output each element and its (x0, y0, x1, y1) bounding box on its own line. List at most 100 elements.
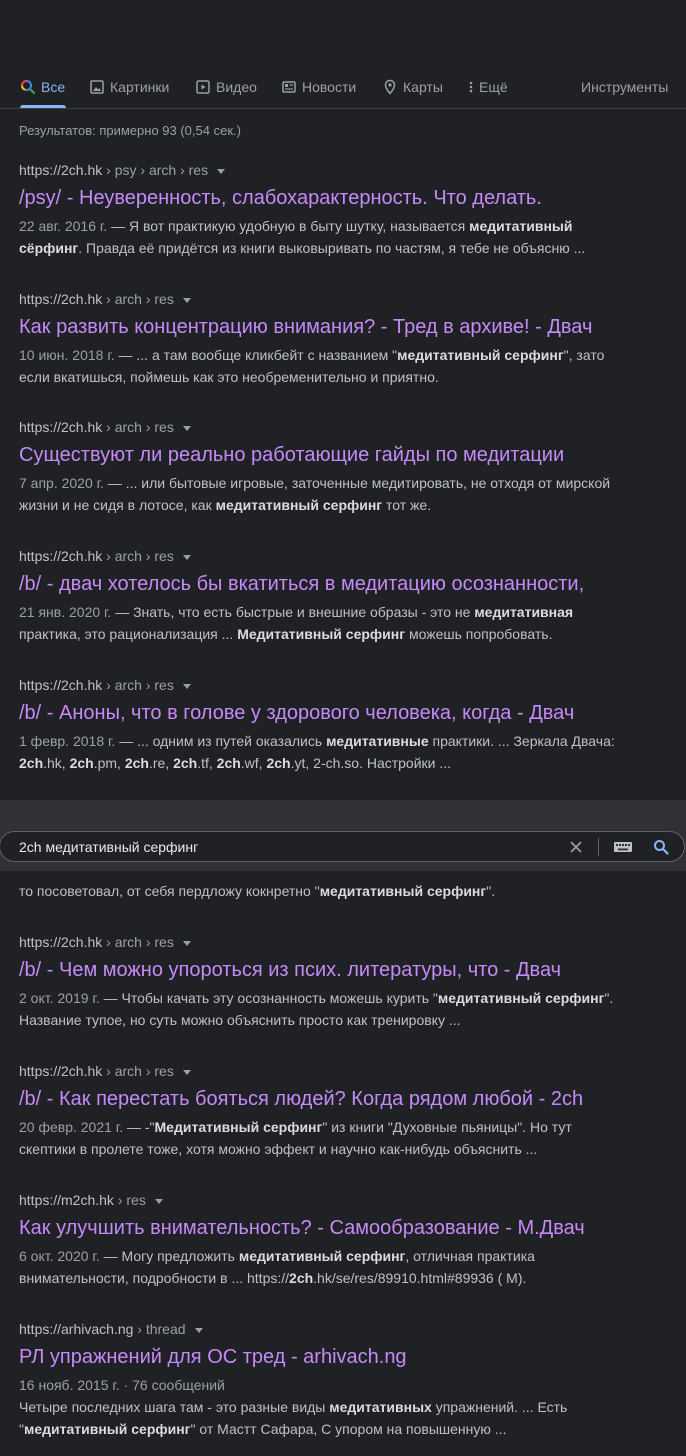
result-breadcrumbs: › res (113, 1192, 146, 1208)
snippet-highlight: Медитативный серфинг (237, 626, 406, 642)
tab-news[interactable]: Новости (281, 78, 356, 96)
result-date: 6 окт. 2020 г. (19, 1248, 100, 1264)
tab-images[interactable]: Картинки (89, 78, 169, 96)
snippet-text: Четыре последних шага там - это разные в… (19, 1399, 330, 1415)
result-url: https://2ch.hk › arch › res (19, 547, 659, 565)
search-input[interactable] (19, 836, 539, 858)
search-result: https://2ch.hk › psy › arch › res /psy/ … (19, 161, 659, 259)
result-date: 10 июн. 2018 г. (19, 347, 115, 363)
result-date: 21 янв. 2020 г. (19, 604, 112, 620)
result-menu-icon[interactable] (182, 1069, 191, 1075)
tab-label: Все (41, 79, 66, 95)
tab-more[interactable]: Ещё (468, 78, 508, 96)
result-menu-icon[interactable] (194, 1327, 203, 1333)
result-breadcrumbs: › psy › arch › res (102, 162, 209, 178)
result-menu-icon[interactable] (154, 1198, 163, 1204)
search-result: https://2ch.hk › arch › res /b/ - Аноны,… (19, 676, 659, 774)
result-site[interactable]: https://2ch.hk (19, 1063, 102, 1079)
result-title-link[interactable]: Как улучшить внимательность? - Самообраз… (19, 1215, 659, 1241)
result-title-link[interactable]: РЛ упражнений для ОС тред - arhivach.ng (19, 1344, 659, 1370)
result-menu-icon[interactable] (182, 297, 191, 303)
snippet-text: .tf, (197, 755, 217, 771)
tab-maps[interactable]: Карты (382, 78, 443, 96)
search-icon[interactable] (653, 839, 669, 855)
result-site[interactable]: https://2ch.hk (19, 419, 102, 435)
snippet-text: — Чтобы качать эту осознанность можешь к… (99, 990, 438, 1006)
result-title-link[interactable]: /b/ - Чем можно упороться из псих. литер… (19, 957, 659, 983)
result-url: https://2ch.hk › arch › res (19, 1062, 659, 1080)
result-title-link[interactable]: Существуют ли реально работающие гайды п… (19, 442, 659, 468)
result-breadcrumbs: › arch › res (102, 677, 174, 693)
result-site[interactable]: https://m2ch.hk (19, 1192, 114, 1208)
snippet-text: — Могу предложить (99, 1248, 239, 1264)
snippet-highlight: медитативный серфинг (319, 883, 487, 899)
result-site[interactable]: https://arhivach.ng (19, 1321, 133, 1337)
result-snippet: 21 янв. 2020 г. — Знать, что есть быстры… (19, 601, 629, 645)
result-snippet: 10 июн. 2018 г. — ... а там вообще кликб… (19, 344, 629, 388)
tools-label: Инструменты (581, 79, 669, 95)
tab-label: Ещё (479, 79, 508, 95)
result-site[interactable]: https://2ch.hk (19, 291, 102, 307)
tools-button[interactable]: Инструменты (581, 78, 668, 96)
result-menu-icon[interactable] (217, 168, 226, 174)
result-title-link[interactable]: /b/ - Аноны, что в голове у здорового че… (19, 700, 659, 726)
result-site[interactable]: https://2ch.hk (19, 934, 102, 950)
sticky-search-bar (0, 800, 686, 871)
result-meta: 16 нояб. 2015 г. · 76 сообщений (19, 1377, 225, 1393)
result-breadcrumbs: › arch › res (102, 934, 174, 950)
result-title-link[interactable]: /psy/ - Неуверенность, слабохарактерност… (19, 185, 659, 211)
result-title-link[interactable]: /b/ - двач хотелось бы вкатиться в медит… (19, 571, 659, 597)
snippet-text: — -" (123, 1119, 155, 1135)
result-snippet: 7 апр. 2020 г. — ... или бытовые игровые… (19, 472, 629, 516)
snippet-highlight: 2ch (216, 755, 241, 771)
result-snippet: 2 окт. 2019 г. — Чтобы качать эту осозна… (19, 987, 629, 1031)
search-result: https://m2ch.hk › res Как улучшить внима… (19, 1191, 659, 1289)
result-menu-icon[interactable] (182, 425, 191, 431)
search-divider (598, 838, 599, 856)
map-pin-icon (382, 79, 398, 95)
tab-label: Картинки (110, 79, 170, 95)
result-snippet: 20 февр. 2021 г. — -"Медитативный серфин… (19, 1116, 629, 1160)
tab-all[interactable]: Все (20, 78, 65, 96)
result-title-link[interactable]: /b/ - Как перестать бояться людей? Когда… (19, 1086, 659, 1112)
result-url: https://2ch.hk › arch › res (19, 290, 659, 308)
more-vert-icon (468, 79, 474, 95)
result-date: 7 апр. 2020 г. (19, 475, 104, 491)
snippet-highlight: 2ch (124, 755, 149, 771)
result-site[interactable]: https://2ch.hk (19, 548, 102, 564)
result-menu-icon[interactable] (182, 683, 191, 689)
search-result: https://2ch.hk › arch › res Существуют л… (19, 418, 659, 516)
keyboard-icon[interactable] (613, 839, 633, 855)
snippet-text: практика, это рационализация ... (19, 626, 238, 642)
image-icon (89, 79, 105, 95)
partial-snippet: то посоветовал, от себя пердложу кокнрет… (19, 882, 495, 900)
result-url: https://2ch.hk › psy › arch › res (19, 161, 659, 179)
tab-label: Видео (216, 79, 257, 95)
result-menu-icon[interactable] (182, 554, 191, 560)
result-url: https://2ch.hk › arch › res (19, 933, 659, 951)
result-stats: Результатов: примерно 93 (0,54 сек.) (19, 123, 241, 138)
snippet-text: .re, (148, 755, 174, 771)
search-box (0, 831, 685, 862)
search-tabs: Все Картинки Видео Новости Карты Ещё Инс… (0, 66, 686, 109)
tab-video[interactable]: Видео (195, 78, 257, 96)
result-breadcrumbs: › arch › res (102, 419, 174, 435)
search-result: https://2ch.hk › arch › res Как развить … (19, 290, 659, 388)
result-title-link[interactable]: Как развить концентрацию внимания? - Тре… (19, 314, 659, 340)
snippet-text: .pm, (93, 755, 125, 771)
result-date: 22 авг. 2016 г. (19, 218, 108, 234)
result-date: 2 окт. 2019 г. (19, 990, 100, 1006)
result-date: 1 февр. 2018 г. (19, 733, 116, 749)
tab-label: Новости (302, 79, 357, 95)
result-site[interactable]: https://2ch.hk (19, 162, 102, 178)
result-menu-icon[interactable] (182, 940, 191, 946)
search-result: https://2ch.hk › arch › res /b/ - двач х… (19, 547, 659, 645)
result-url: https://2ch.hk › arch › res (19, 676, 659, 694)
result-site[interactable]: https://2ch.hk (19, 677, 102, 693)
snippet-text: — Я вот практикую удобную в быту шутку, … (107, 218, 470, 234)
clear-icon[interactable] (568, 839, 584, 855)
result-snippet: 6 окт. 2020 г. — Могу предложить медитат… (19, 1245, 629, 1289)
result-breadcrumbs: › thread (133, 1321, 186, 1337)
result-snippet: 22 авг. 2016 г. — Я вот практикую удобну… (19, 215, 629, 259)
tab-label: Карты (403, 79, 443, 95)
